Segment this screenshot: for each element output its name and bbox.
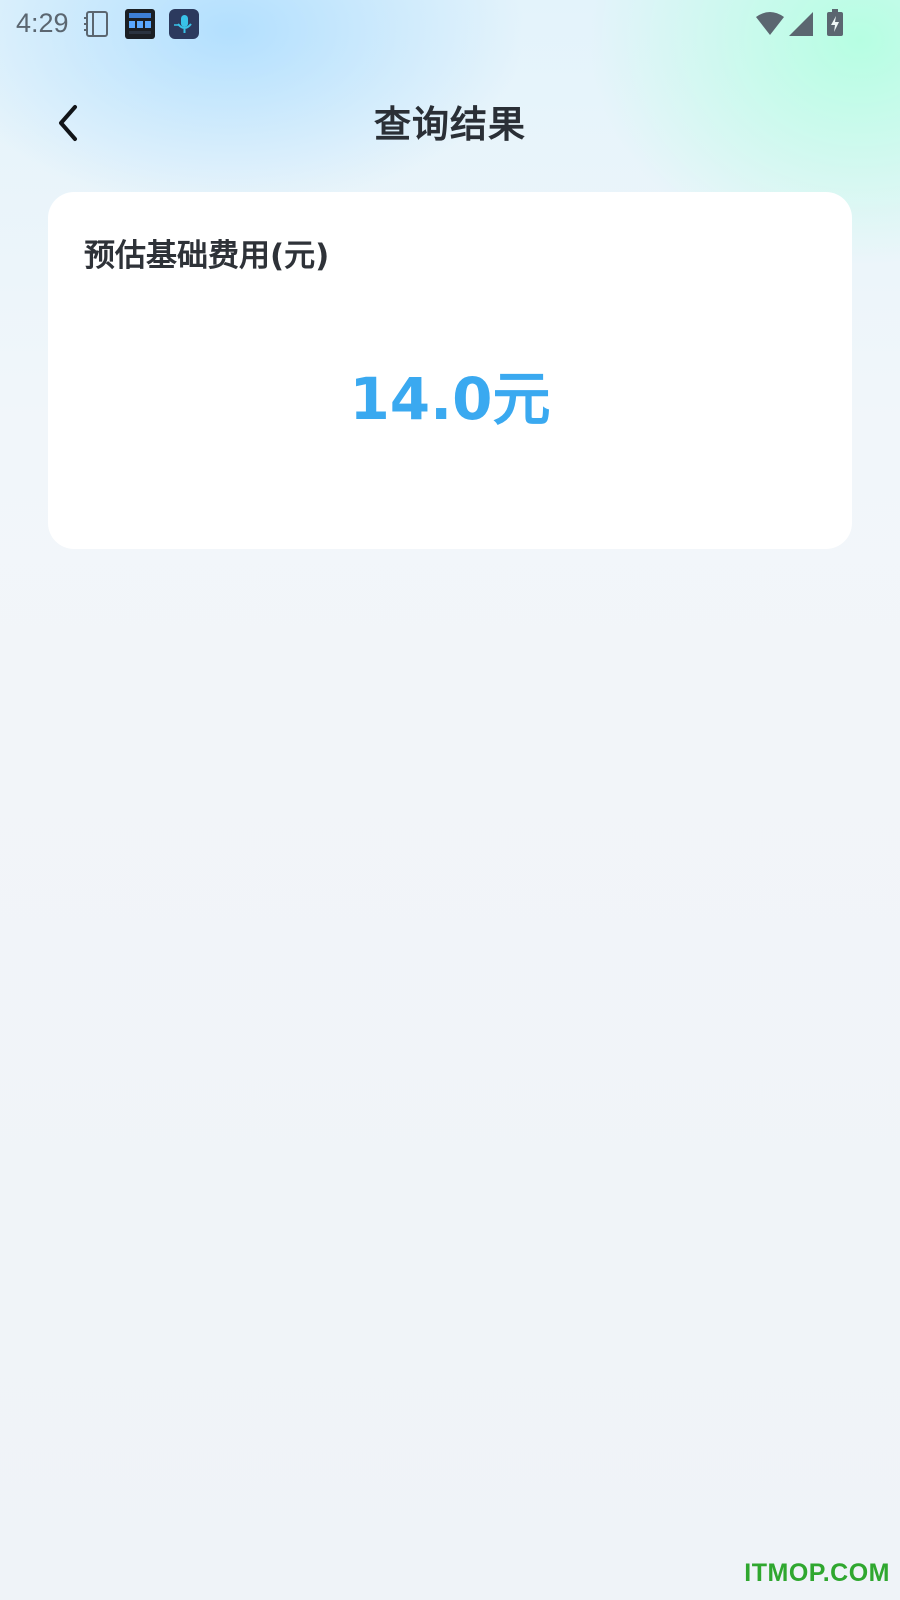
battery-charging-icon bbox=[826, 9, 844, 37]
wifi-icon bbox=[755, 11, 785, 37]
back-button[interactable] bbox=[44, 100, 92, 150]
estimated-fee-label: 预估基础费用(元) bbox=[84, 238, 330, 274]
app-header: 查询结果 bbox=[0, 90, 900, 160]
site-watermark: ITMOP.COM bbox=[744, 1559, 890, 1587]
status-time: 4:29 bbox=[16, 8, 69, 38]
estimated-fee-value: 14.0元 bbox=[349, 365, 551, 433]
status-bar: 4:29 bbox=[0, 0, 900, 48]
result-card: 预估基础费用(元) 14.0元 bbox=[48, 192, 852, 549]
chevron-left-icon bbox=[53, 103, 83, 147]
clock-app-icon bbox=[125, 9, 155, 39]
notebook-icon bbox=[83, 9, 113, 39]
signal-icon bbox=[788, 11, 814, 37]
page-title: 查询结果 bbox=[374, 103, 526, 146]
mic-app-icon bbox=[169, 9, 199, 39]
